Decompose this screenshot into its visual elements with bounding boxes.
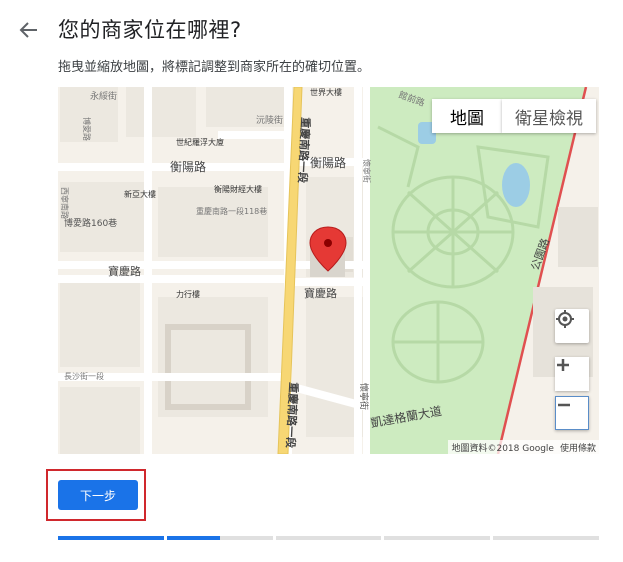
map-label: 長沙街一段 [64,371,104,381]
zoom-out-button[interactable] [555,396,589,430]
progress-fill [166,536,220,540]
map-label: 寶慶路 [108,264,141,278]
next-button[interactable]: 下一步 [58,480,138,510]
map-label: 衡陽財經大樓 [214,184,262,194]
map-label: 博愛路160巷 [64,217,117,229]
map-terms-link[interactable]: 使用條款 [560,441,596,454]
map-label: 衡陽路 [310,155,346,170]
progress-segment [384,536,491,540]
map-label: 懷寧街 [358,383,370,410]
progress-segment [493,536,599,540]
page-title: 您的商家位在哪裡? [58,18,242,42]
back-arrow-icon[interactable] [18,19,40,41]
map-label: 衡陽路 [170,159,206,174]
map-label: 新亞大樓 [124,189,156,199]
map-label: 永綏街 [90,90,117,102]
map-label: 博愛路 [82,117,92,141]
progress-segment [58,536,164,540]
my-location-button[interactable] [555,309,589,343]
map-label: 懷寧街 [362,159,372,183]
zoom-in-button[interactable] [555,357,589,391]
map-label: 西寧南路 [60,187,70,219]
map-type-map-button[interactable]: 地圖 [432,99,502,133]
map-label: 寶慶路 [304,286,337,300]
progress-segment [166,536,273,540]
my-location-icon [556,310,574,328]
progress-fill [58,536,164,540]
map-label: 重慶南路一段118巷 [196,206,267,216]
map-type-satellite-button[interactable]: 衛星檢視 [502,99,596,133]
progress-bar [58,536,599,540]
map-label: 世紀羅浮大廈 [176,137,224,147]
map-graphic: 永綏街 沅陵街 世界大樓 世紀羅浮大廈 衡陽路 衡陽路 新亞大樓 衡陽財經大樓 … [58,87,599,454]
map-attribution: 地圖資料©2018 Google 使用條款 [448,440,599,454]
plus-icon [557,359,569,371]
minus-icon [558,403,570,407]
map-canvas[interactable]: 永綏街 沅陵街 世界大樓 世紀羅浮大廈 衡陽路 衡陽路 新亞大樓 衡陽財經大樓 … [58,87,599,454]
map-label: 力行樓 [176,289,200,299]
map-label: 世界大樓 [310,87,342,97]
map-data-credit: 地圖資料©2018 Google [451,443,554,454]
map-label: 沅陵街 [256,114,283,126]
progress-segment [275,536,382,540]
page-subtitle: 拖曳並縮放地圖，將標記調整到商家所在的確切位置。 [58,60,371,75]
